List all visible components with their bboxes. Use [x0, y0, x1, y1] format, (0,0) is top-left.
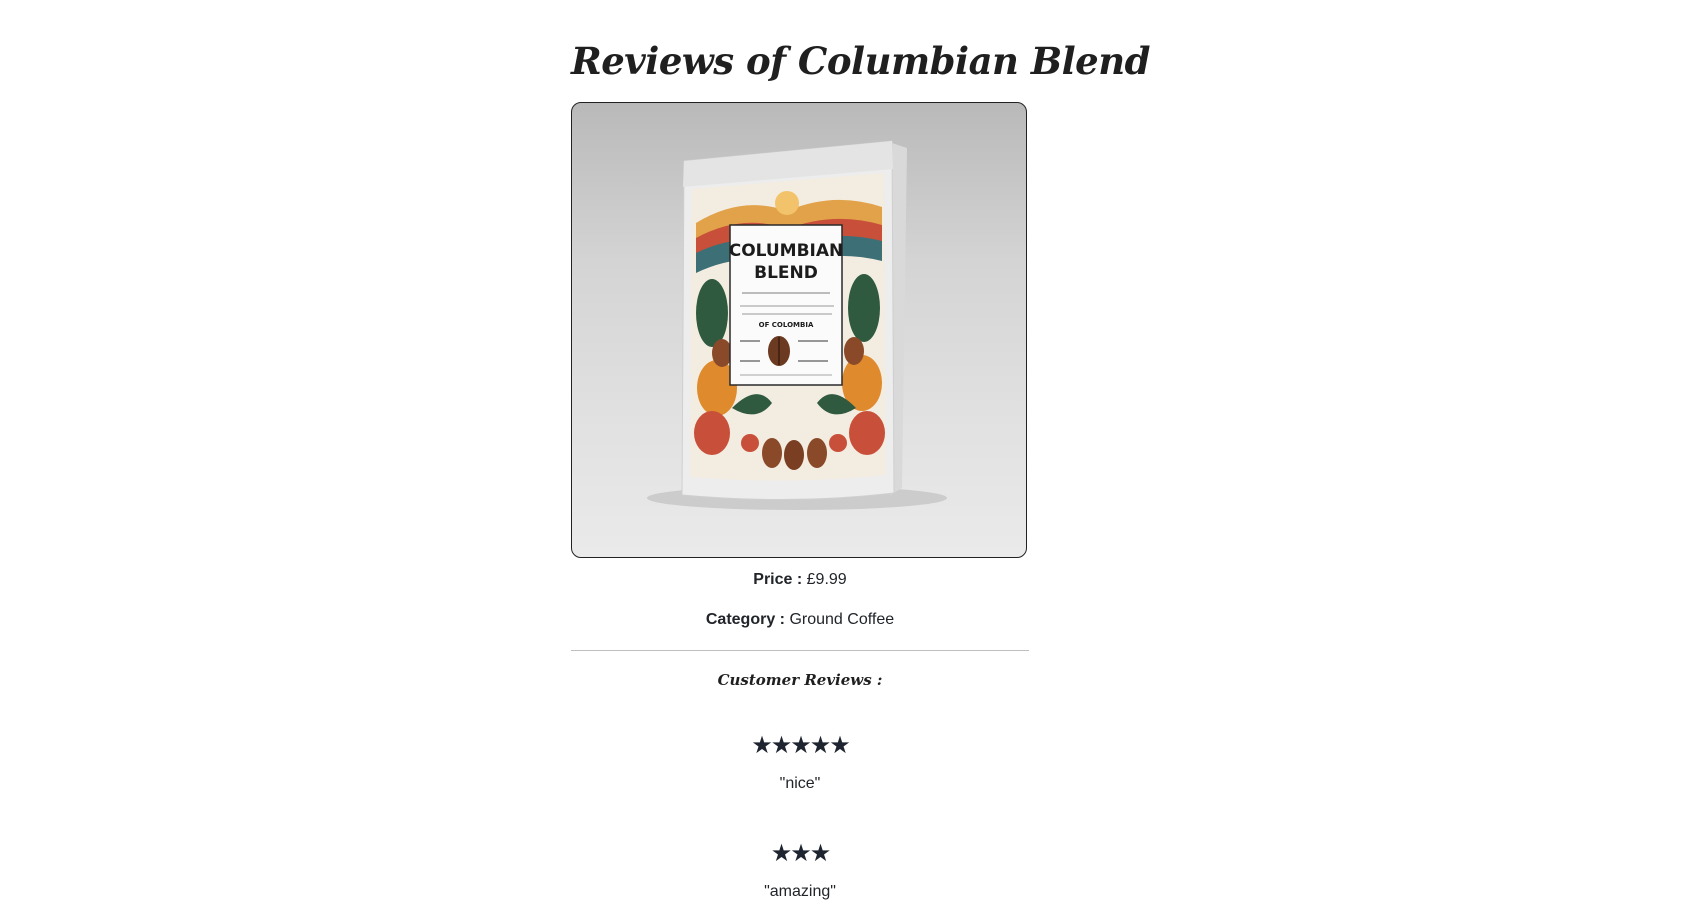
star-rating: ★★★	[770, 840, 832, 867]
price-label: Price :	[753, 571, 803, 588]
product-review-column: Reviews of Columbian Blend COLUMBIAN BLE…	[571, 0, 1150, 903]
review-item: ★★★ "amazing"	[571, 841, 1029, 903]
product-image: COLUMBIAN BLEND OF COLOMBIA	[571, 102, 1027, 558]
package-label-line2: BLEND	[754, 263, 818, 283]
product-category: Category : Ground Coffee	[571, 608, 1029, 632]
price-value: £9.99	[806, 571, 847, 588]
page: Reviews of Columbian Blend COLUMBIAN BLE…	[0, 0, 1683, 921]
coffee-bag-illustration: COLUMBIAN BLEND OF COLOMBIA	[647, 140, 947, 510]
category-label: Category :	[705, 611, 785, 628]
page-title: Reviews of Columbian Blend	[571, 39, 1150, 83]
reviews-heading: Customer Reviews :	[717, 671, 883, 689]
category-value: Ground Coffee	[789, 611, 895, 628]
review-item: ★★★★★ "nice"	[571, 733, 1029, 795]
section-divider	[571, 650, 1029, 651]
review-text: "nice"	[779, 775, 821, 792]
star-rating: ★★★★★	[751, 732, 851, 759]
package-label-line1: COLUMBIAN	[729, 241, 844, 261]
package-label-origin: OF COLOMBIA	[759, 321, 814, 329]
review-text: "amazing"	[764, 883, 836, 900]
product-price: Price : £9.99	[571, 568, 1029, 592]
